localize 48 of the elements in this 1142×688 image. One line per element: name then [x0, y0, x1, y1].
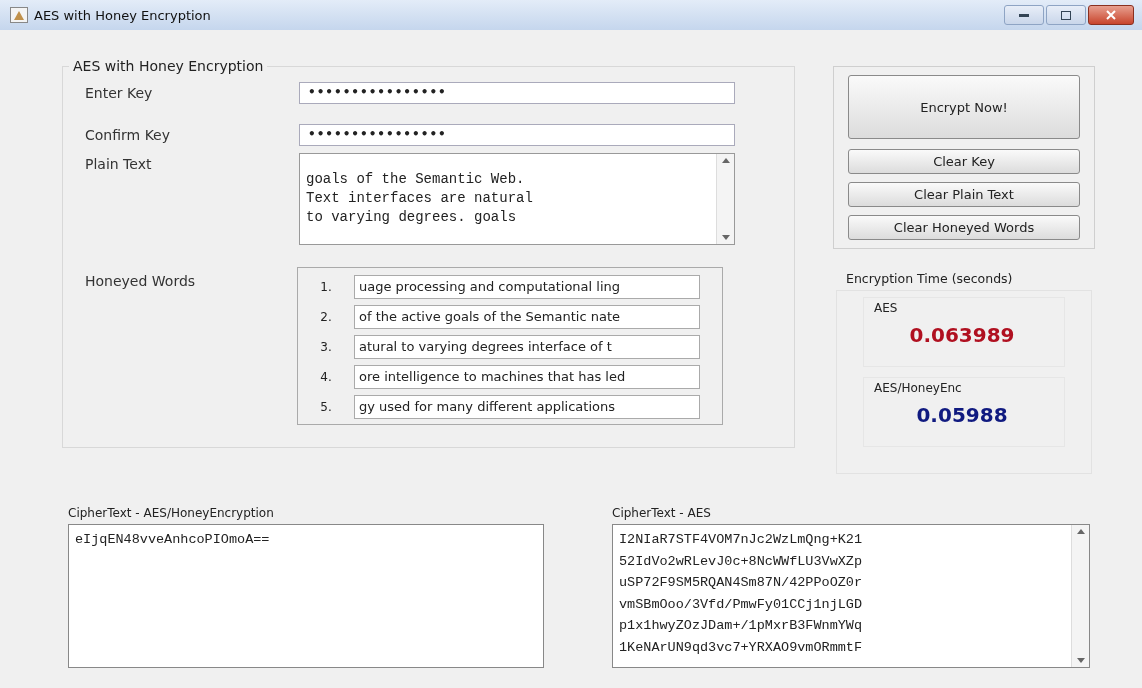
plain-text: goals of the Semantic Web. Text interfaces are natural to varying degrees. goals — [305, 170, 534, 227]
scroll-up-icon[interactable] — [721, 158, 730, 163]
plain-text-field[interactable]: goals of the Semantic Web. Text interfaces are natural to varying degrees. goals — [299, 153, 735, 245]
clear-button[interactable]: Clear Plain Text — [848, 182, 1080, 207]
close-button[interactable] — [1088, 5, 1134, 25]
word-field[interactable]: atural to varying degrees interface of t — [354, 335, 700, 359]
section-title: Encryption Time (seconds) — [845, 271, 1013, 286]
item-number: 4. — [319, 370, 333, 384]
item-number: 1. — [319, 280, 333, 294]
word-field[interactable]: uage processing and computational ling — [354, 275, 700, 299]
clear-button[interactable]: Clear Key — [848, 149, 1080, 174]
field-label: Plain Text — [85, 155, 153, 172]
word-field[interactable]: gy used for many different applications — [354, 395, 700, 419]
maximize-icon — [1061, 10, 1071, 20]
time-value: 0.05988 — [916, 403, 1008, 427]
scroll-down-icon[interactable] — [721, 235, 730, 240]
ciphertext: I2NIaR7STF4VOM7nJc2WzLmQng+K21 52IdVo2wRLevJ0c+8NcWWfLU3VwXZp uSP72F9SM5RQAN4Sm87N/42PPoOZ0r vmSBmOoo/3Vfd/PmwFy01CCj1njLGD p1x1hwyZOzJDam+/1pMxrB3FWnmYWq 1KeNArUN9qd3vc7+YRXAO9vmORmmtF — [618, 531, 864, 657]
key-field[interactable]: •••••••••••••••• — [299, 124, 735, 146]
time-value: 0.063989 — [909, 323, 1015, 347]
item-number: 5. — [319, 400, 333, 414]
clear-button[interactable]: Clear Honeyed Words — [848, 215, 1080, 240]
encrypt-button[interactable]: Encrypt Now! — [848, 75, 1080, 139]
scrollbar[interactable] — [1071, 525, 1089, 667]
close-icon — [1106, 10, 1116, 20]
maximize-button[interactable] — [1046, 5, 1086, 25]
item-number: 3. — [319, 340, 333, 354]
scroll-up-icon[interactable] — [1076, 529, 1085, 534]
app-icon — [10, 7, 28, 23]
scroll-down-icon[interactable] — [1076, 658, 1085, 663]
ciphertext-field[interactable]: I2NIaR7STF4VOM7nJc2WzLmQng+K21 52IdVo2wRLevJ0c+8NcWWfLU3VwXZp uSP72F9SM5RQAN4Sm87N/42PPoOZ0r vmSBmOoo/3Vfd/PmwFy01CCj1njLGD p1x1hwyZOzJDam+/1pMxrB3FWnmYWq 1KeNArUN9qd3vc7+YRXAO9vmORmmtF — [612, 524, 1090, 668]
word-field[interactable]: ore intelligence to machines that has led — [354, 365, 700, 389]
field-label: Confirm Key — [85, 126, 171, 143]
window-title: AES with Honey Encryption — [34, 7, 212, 23]
word-field[interactable]: of the active goals of the Semantic nate — [354, 305, 700, 329]
ciphertext: eIjqEN48vveAnhcoPIOmoA== — [74, 531, 271, 549]
result-label: AES — [874, 301, 899, 315]
field-label: Enter Key — [85, 84, 154, 101]
ciphertext-field[interactable]: eIjqEN48vveAnhcoPIOmoA== — [68, 524, 544, 668]
key-field[interactable]: •••••••••••••••• — [299, 82, 735, 104]
scrollbar[interactable] — [716, 154, 734, 244]
minimize-button[interactable] — [1004, 5, 1044, 25]
field-label: Honeyed Words — [85, 272, 197, 289]
result-label: AES/HoneyEnc — [874, 381, 963, 395]
group-title: AES with Honey Encryption — [72, 58, 265, 74]
item-number: 2. — [319, 310, 333, 324]
minimize-icon — [1019, 13, 1029, 17]
ciphertext-label: CipherText - AES/HoneyEncryption — [68, 506, 275, 520]
ciphertext-label: CipherText - AES — [612, 506, 712, 520]
